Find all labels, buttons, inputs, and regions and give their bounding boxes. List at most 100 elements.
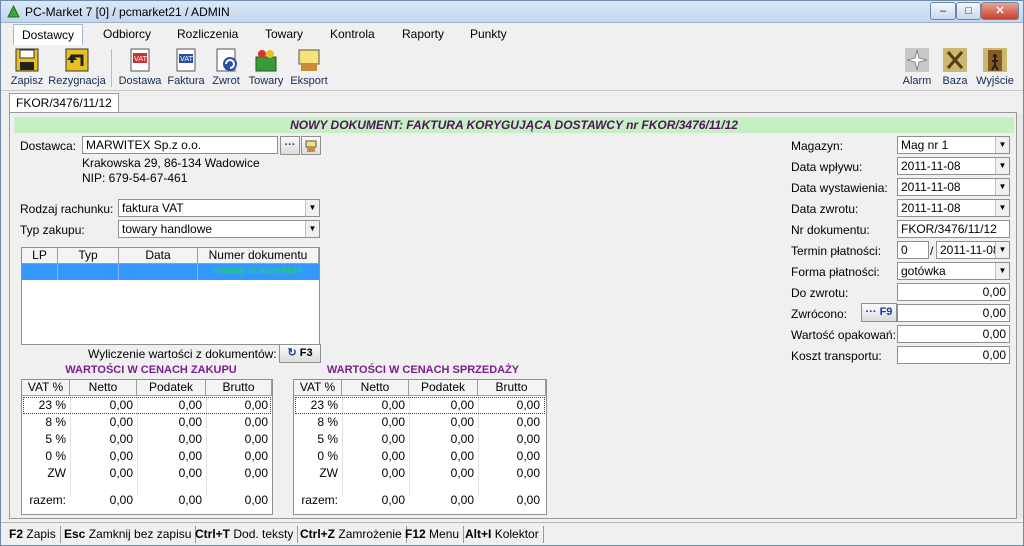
- document-banner: NOWY DOKUMENT: FAKTURA KORYGUJĄCA DOSTAW…: [14, 117, 1014, 133]
- brutto-value: 0,00: [516, 415, 540, 429]
- column-header-typ[interactable]: Typ: [58, 248, 119, 264]
- delivery-button[interactable]: VAT Dostawa: [117, 47, 163, 87]
- table-row[interactable]: 23 % 0,00 0,00 0,00: [294, 397, 546, 414]
- returned-field[interactable]: 0,00: [897, 304, 1010, 322]
- payment-term-days-field[interactable]: 0: [897, 241, 929, 259]
- calc-button[interactable]: ↻ F3: [279, 344, 321, 363]
- table-row[interactable]: 5 % 0,00 0,00 0,00: [294, 431, 546, 448]
- column-header-brutto: Brutto: [478, 380, 546, 396]
- payment-method-select[interactable]: gotówka ▼: [897, 262, 1010, 280]
- vertical-scrollbar[interactable]: [1017, 113, 1023, 518]
- shortcut-f2[interactable]: F2 Zapis: [5, 526, 61, 543]
- warehouse-label: Magazyn:: [791, 139, 844, 153]
- chevron-down-icon[interactable]: ▼: [995, 179, 1009, 195]
- supplier-details-button[interactable]: [301, 136, 321, 155]
- tax-value: 0,00: [450, 466, 474, 480]
- returned-f9-button[interactable]: ··· F9: [861, 303, 897, 322]
- table-row[interactable]: 5 % 0,00 0,00 0,00: [22, 431, 272, 448]
- chevron-down-icon[interactable]: ▼: [305, 200, 319, 216]
- menu-punkty[interactable]: Punkty: [470, 27, 507, 41]
- cancel-button[interactable]: Rezygnacja: [47, 47, 107, 87]
- refresh-icon: ↻: [287, 347, 297, 359]
- shortcut-f12[interactable]: F12 Menu: [401, 526, 465, 543]
- payment-term-date-field[interactable]: 2011-11-08 ▼: [936, 241, 1010, 259]
- netto-total: 0,00: [381, 493, 405, 507]
- shortcut-esc[interactable]: Esc Zamknij bez zapisu: [60, 526, 197, 543]
- title-bar: PC-Market 7 [0] / pcmarket21 / ADMIN – □…: [1, 1, 1023, 23]
- tax-value: 0,00: [450, 398, 474, 412]
- invoice-button[interactable]: VAT Faktura: [167, 47, 205, 87]
- return-button[interactable]: Zwrot: [209, 47, 243, 87]
- menu-rozliczenia[interactable]: Rozliczenia: [177, 27, 238, 41]
- brutto-value: 0,00: [244, 449, 268, 463]
- menu-raporty[interactable]: Raporty: [402, 27, 444, 41]
- table-row[interactable]: <nowy dokument>: [22, 264, 319, 280]
- menu-odbiorcy[interactable]: Odbiorcy: [103, 27, 151, 41]
- shortcut-alt-i[interactable]: Alt+I Kolektor: [461, 526, 544, 543]
- shortcut-ctrl-t[interactable]: Ctrl+T Dod. teksty: [191, 526, 299, 543]
- netto-value: 0,00: [109, 449, 133, 463]
- svg-text:VAT: VAT: [180, 55, 194, 63]
- chevron-down-icon[interactable]: ▼: [995, 137, 1009, 153]
- table-row[interactable]: ZW 0,00 0,00 0,00: [294, 465, 546, 482]
- brutto-value: 0,00: [516, 449, 540, 463]
- goods-basket-icon: [255, 50, 277, 72]
- return-date-field[interactable]: 2011-11-08 ▼: [897, 199, 1010, 217]
- netto-value: 0,00: [109, 415, 133, 429]
- issue-date-field[interactable]: 2011-11-08 ▼: [897, 178, 1010, 196]
- chevron-down-icon[interactable]: ▼: [995, 200, 1009, 216]
- table-row[interactable]: ZW 0,00 0,00 0,00: [22, 465, 272, 482]
- menu-dostawcy[interactable]: Dostawcy: [13, 24, 84, 45]
- netto-value: 0,00: [381, 432, 405, 446]
- document-number-field[interactable]: FKOR/3476/11/12: [897, 220, 1010, 238]
- supplier-field[interactable]: MARWITEX Sp.z o.o.: [82, 136, 278, 154]
- close-button[interactable]: ✕: [981, 2, 1019, 20]
- column-header-data[interactable]: Data: [119, 248, 198, 264]
- exit-button[interactable]: Wyjście: [975, 47, 1015, 87]
- floppy-disk-icon: [15, 48, 39, 72]
- minimize-button[interactable]: –: [930, 2, 956, 20]
- export-hand-icon: [298, 49, 320, 71]
- column-header-netto: Netto: [70, 380, 137, 396]
- purchase-values-table[interactable]: VAT % Netto Podatek Brutto 23 % 0,00 0,0…: [21, 379, 273, 515]
- database-button[interactable]: Baza: [939, 47, 971, 87]
- export-button[interactable]: Eksport: [289, 47, 329, 87]
- tax-value: 0,00: [450, 415, 474, 429]
- transport-cost-field[interactable]: 0,00: [897, 346, 1010, 364]
- table-row[interactable]: 8 % 0,00 0,00 0,00: [22, 414, 272, 431]
- receipt-date-field[interactable]: 2011-11-08 ▼: [897, 157, 1010, 175]
- supplier-address: Krakowska 29, 86-134 Wadowice: [82, 156, 260, 170]
- menu-bar: Dostawcy Odbiorcy Rozliczenia Towary Kon…: [1, 24, 1023, 45]
- table-row[interactable]: 0 % 0,00 0,00 0,00: [22, 448, 272, 465]
- alarm-button[interactable]: Alarm: [901, 47, 933, 87]
- packaging-value-field[interactable]: 0,00: [897, 325, 1010, 343]
- table-row[interactable]: 0 % 0,00 0,00 0,00: [294, 448, 546, 465]
- brutto-value: 0,00: [244, 466, 268, 480]
- save-button[interactable]: Zapisz: [9, 47, 45, 87]
- menu-towary[interactable]: Towary: [265, 27, 303, 41]
- chevron-down-icon[interactable]: ▼: [305, 221, 319, 237]
- shortcut-ctrl-z[interactable]: Ctrl+Z Zamrożenie: [296, 526, 407, 543]
- to-return-field[interactable]: 0,00: [897, 283, 1010, 301]
- tax-value: 0,00: [178, 449, 202, 463]
- menu-kontrola[interactable]: Kontrola: [330, 27, 375, 41]
- goods-button[interactable]: Towary: [247, 47, 285, 87]
- chevron-down-icon[interactable]: ▼: [995, 263, 1009, 279]
- app-logo-icon: [7, 5, 20, 18]
- supplier-lookup-button[interactable]: ···: [280, 136, 300, 155]
- maximize-button[interactable]: □: [956, 2, 981, 20]
- vat-rate: 23 %: [310, 398, 338, 412]
- sale-values-table[interactable]: VAT % Netto Podatek Brutto 23 % 0,00 0,0…: [293, 379, 547, 515]
- table-row[interactable]: 23 % 0,00 0,00 0,00: [22, 397, 272, 414]
- purchase-type-select[interactable]: towary handlowe ▼: [118, 220, 320, 238]
- column-header-numer[interactable]: Numer dokumentu: [198, 248, 319, 264]
- warehouse-select[interactable]: Mag nr 1 ▼: [897, 136, 1010, 154]
- tax-value: 0,00: [450, 449, 474, 463]
- documents-table[interactable]: LP Typ Data Numer dokumentu <nowy dokume…: [21, 247, 320, 345]
- column-header-lp[interactable]: LP: [22, 248, 58, 264]
- table-row[interactable]: 8 % 0,00 0,00 0,00: [294, 414, 546, 431]
- account-type-select[interactable]: faktura VAT ▼: [118, 199, 320, 217]
- tab-document[interactable]: FKOR/3476/11/12: [9, 93, 119, 113]
- chevron-down-icon[interactable]: ▼: [995, 158, 1009, 174]
- chevron-down-icon[interactable]: ▼: [995, 242, 1009, 258]
